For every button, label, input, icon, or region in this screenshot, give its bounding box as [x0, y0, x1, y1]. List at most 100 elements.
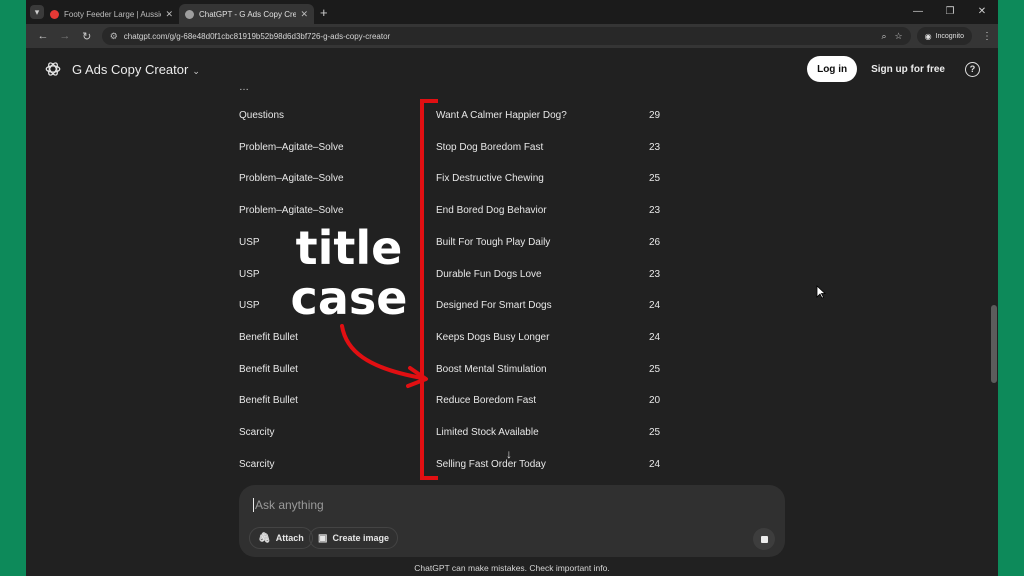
back-icon[interactable]: ←: [32, 30, 54, 42]
zoom-icon[interactable]: ⌕: [881, 31, 886, 42]
headline-cell: Fix Destructive Chewing: [436, 173, 544, 185]
headline-cell: End Bored Dog Behavior: [436, 205, 547, 217]
ad-type-cell: Benefit Bullet: [239, 363, 298, 375]
signup-button[interactable]: Sign up for free: [871, 64, 945, 75]
stop-button[interactable]: [753, 528, 775, 550]
disclaimer-note: ChatGPT can make mistakes. Check importa…: [414, 563, 610, 573]
page-header: G Ads Copy Creator ⌄ Log in Sign up for f…: [26, 48, 998, 90]
close-icon[interactable]: ✕: [300, 9, 308, 20]
chevron-down-icon: ⌄: [192, 65, 200, 76]
ad-type-cell: Scarcity: [239, 427, 275, 438]
reload-icon[interactable]: ↻: [76, 30, 98, 43]
composer: Ask anything 🖇 Attach ▣ Create image: [239, 485, 785, 557]
site-info-icon[interactable]: ⚙: [110, 31, 118, 42]
ad-type-cell: Benefit Bullet: [239, 331, 298, 343]
headline-cell: Stop Dog Boredom Fast: [436, 141, 544, 153]
ad-type-cell: Problem–Agitate–Solve: [239, 173, 344, 185]
tab-title: Footy Feeder Large | Aussie Dog: [64, 9, 161, 19]
partial-row: …: [239, 82, 249, 93]
window-controls: — ❐ ✕: [902, 0, 998, 24]
char-count-cell: 23: [649, 268, 661, 280]
char-count-cell: 25: [649, 427, 661, 438]
ad-type-cell: Benefit Bullet: [239, 395, 298, 407]
browser-window: ▾ Footy Feeder Large | Aussie Dog ✕ Chat…: [26, 0, 998, 576]
headline-cell: Designed For Smart Dogs: [436, 300, 552, 312]
ad-type-cell: Scarcity: [239, 458, 275, 470]
menu-kebab-icon[interactable]: ⋮: [982, 31, 992, 42]
ad-type-cell: USP: [239, 268, 260, 280]
tab-footy-feeder[interactable]: Footy Feeder Large | Aussie Dog ✕: [44, 4, 179, 24]
headline-cell: Built For Tough Play Daily: [436, 236, 551, 248]
char-count-cell: 24: [649, 300, 661, 312]
attach-button[interactable]: 🖇 Attach: [249, 527, 313, 549]
browser-toolbar: ← → ↻ ⚙ chatgpt.com/g/g-68e48d0f1cbc8191…: [26, 24, 998, 48]
headline-cell: Want A Calmer Happier Dog?: [436, 110, 567, 121]
prompt-input[interactable]: Ask anything: [253, 498, 324, 512]
table-row: Problem–Agitate–Solve Fix Destructive Che…: [239, 173, 679, 189]
red-bracket-annotation: [420, 99, 438, 480]
ad-type-cell: Questions: [239, 110, 285, 121]
tab-favicon: [50, 9, 59, 19]
forward-icon[interactable]: →: [54, 30, 76, 42]
char-count-cell: 25: [649, 363, 661, 375]
headline-cell: Durable Fun Dogs Love: [436, 268, 542, 280]
table-row: Problem–Agitate–Solve Stop Dog Boredom Fa…: [239, 142, 679, 158]
gpt-title: G Ads Copy Creator: [72, 61, 189, 77]
tab-favicon: [185, 9, 194, 19]
annotation-line-2: case: [290, 271, 408, 325]
headline-cell: Reduce Boredom Fast: [436, 395, 537, 407]
address-bar[interactable]: ⚙ chatgpt.com/g/g-68e48d0f1cbc81919b52b9…: [101, 27, 911, 45]
login-button[interactable]: Log in: [807, 56, 858, 82]
image-icon: ▣: [318, 532, 328, 544]
table-row: Benefit Bullet Keeps Dogs Busy Longer 24: [239, 332, 679, 348]
char-count-cell: 24: [649, 458, 661, 470]
tab-search-icon[interactable]: ▾: [30, 5, 44, 19]
headline-cell: Boost Mental Stimulation: [436, 363, 547, 375]
minimize-icon[interactable]: —: [902, 0, 934, 24]
annotation-line-1: title: [295, 221, 403, 275]
openai-logo-icon: [45, 62, 61, 76]
close-icon[interactable]: ✕: [165, 9, 173, 20]
char-count-cell: 23: [649, 205, 661, 217]
char-count-cell: 26: [649, 236, 661, 248]
table-row: Scarcity Selling Fast Order Today 24: [239, 459, 679, 475]
red-arrow-annotation: [340, 324, 428, 388]
table-row: Problem–Agitate–Solve End Bored Dog Behav…: [239, 205, 679, 221]
tab-title: ChatGPT - G Ads Copy Creator: [199, 9, 297, 19]
scrollbar-thumb[interactable]: [991, 305, 997, 383]
scroll-down-arrow-icon[interactable]: ↓: [506, 447, 512, 461]
header-actions: Log in Sign up for free ?: [807, 56, 980, 82]
ad-type-cell: Problem–Agitate–Solve: [239, 205, 344, 217]
create-image-button[interactable]: ▣ Create image: [309, 527, 398, 549]
table-row: Scarcity Limited Stock Available 25: [239, 427, 679, 443]
table-row: Questions Want A Calmer Happier Dog? 29: [239, 110, 679, 126]
char-count-cell: 23: [649, 141, 661, 153]
ad-type-cell: USP: [239, 300, 260, 312]
char-count-cell: 25: [649, 173, 661, 185]
bookmark-star-icon[interactable]: ☆: [895, 31, 903, 42]
mouse-cursor-icon: [816, 285, 826, 299]
annotation-text: title case: [284, 223, 414, 323]
incognito-icon: ◉: [924, 31, 932, 41]
table-row: Benefit Bullet Boost Mental Stimulation 25: [239, 364, 679, 380]
incognito-label: Incognito: [935, 32, 964, 40]
tab-strip: ▾ Footy Feeder Large | Aussie Dog ✕ Chat…: [26, 0, 998, 24]
gpt-title-dropdown[interactable]: G Ads Copy Creator ⌄: [72, 62, 200, 77]
incognito-badge[interactable]: ◉ Incognito: [916, 27, 972, 45]
new-tab-icon[interactable]: +: [320, 5, 328, 20]
help-icon[interactable]: ?: [965, 61, 980, 77]
headline-cell: Keeps Dogs Busy Longer: [436, 331, 550, 343]
create-image-label: Create image: [332, 533, 389, 543]
tab-chatgpt[interactable]: ChatGPT - G Ads Copy Creator ✕: [179, 4, 314, 24]
attach-label: Attach: [275, 533, 304, 543]
close-window-icon[interactable]: ✕: [966, 0, 998, 24]
table-row: Benefit Bullet Reduce Boredom Fast 20: [239, 395, 679, 411]
headline-cell: Selling Fast Order Today: [436, 458, 546, 470]
headline-cell: Limited Stock Available: [436, 427, 539, 438]
char-count-cell: 24: [649, 331, 661, 343]
stop-icon: [760, 535, 768, 543]
char-count-cell: 29: [649, 110, 661, 121]
url-text: chatgpt.com/g/g-68e48d0f1cbc81919b52b98d…: [123, 31, 391, 41]
ad-type-cell: Problem–Agitate–Solve: [239, 141, 344, 153]
restore-icon[interactable]: ❐: [934, 0, 966, 24]
